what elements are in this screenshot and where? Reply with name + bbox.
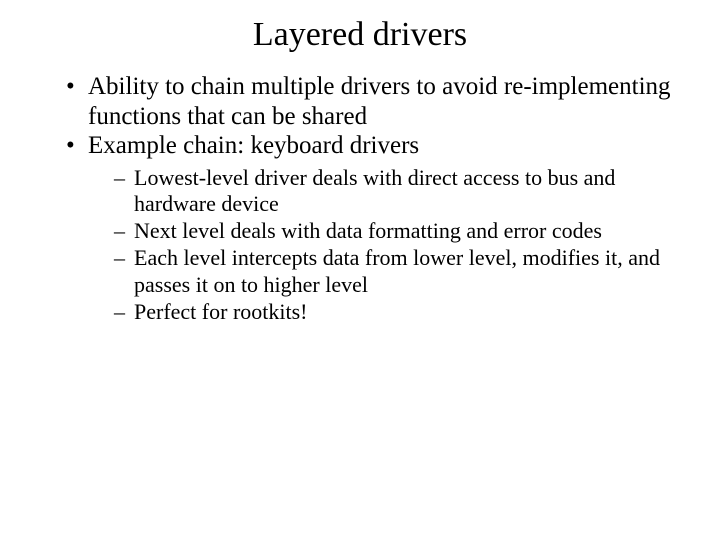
list-item: Next level deals with data formatting an… — [114, 218, 672, 245]
bullet-list: Ability to chain multiple drivers to avo… — [66, 72, 672, 325]
list-item: Lowest-level driver deals with direct ac… — [114, 165, 672, 219]
list-item: Each level intercepts data from lower le… — [114, 245, 672, 299]
bullet-text: Example chain: keyboard drivers — [88, 132, 419, 159]
list-item: Ability to chain multiple drivers to avo… — [66, 72, 672, 131]
sub-bullet-list: Lowest-level driver deals with direct ac… — [114, 165, 672, 326]
list-item: Perfect for rootkits! — [114, 299, 672, 326]
slide-title: Layered drivers — [48, 16, 672, 54]
list-item: Example chain: keyboard drivers Lowest-l… — [66, 131, 672, 325]
bullet-text: Perfect for rootkits! — [134, 299, 308, 324]
bullet-text: Ability to chain multiple drivers to avo… — [88, 73, 671, 130]
bullet-text: Next level deals with data formatting an… — [134, 218, 602, 243]
slide: Layered drivers Ability to chain multipl… — [0, 0, 720, 540]
bullet-text: Each level intercepts data from lower le… — [134, 245, 660, 297]
bullet-text: Lowest-level driver deals with direct ac… — [134, 165, 615, 217]
